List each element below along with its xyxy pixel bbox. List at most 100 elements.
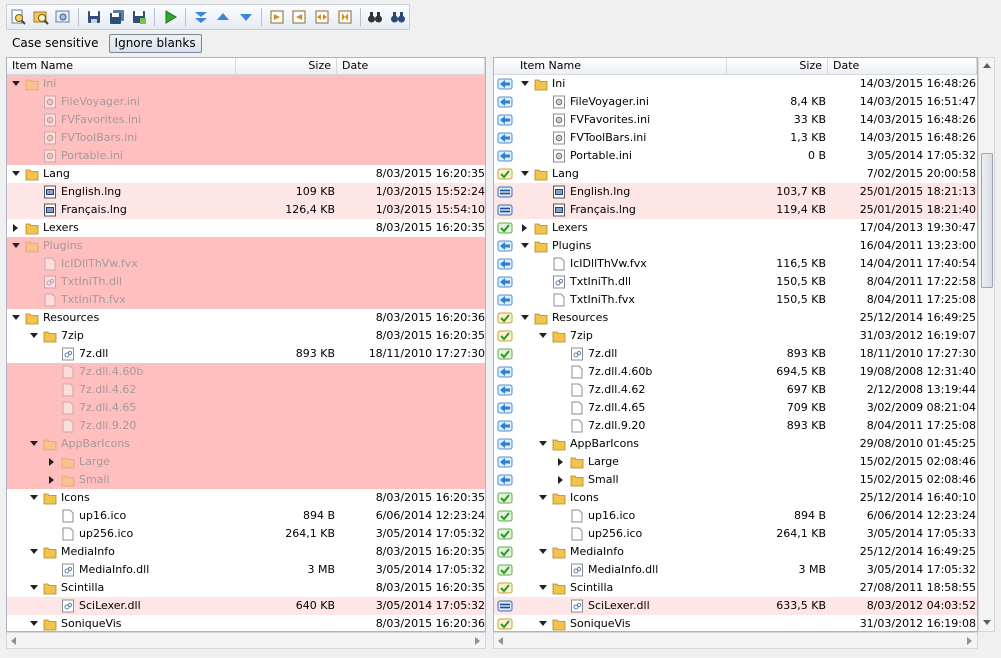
- compare-status-left-icon[interactable]: [497, 382, 513, 398]
- collapse-triangle-icon[interactable]: [520, 241, 530, 251]
- collapse-triangle-icon[interactable]: [538, 619, 548, 629]
- tree-row[interactable]: Portable.ini 0 B 3/05/2014 17:05:32: [494, 147, 977, 165]
- tree-row[interactable]: MediaInfo 25/12/2014 16:49:25: [494, 543, 977, 561]
- tree-row[interactable]: TxtIniTh.dll: [7, 273, 485, 291]
- compare-status-ok-icon[interactable]: [497, 490, 513, 506]
- tree-row[interactable]: TxtIniTh.dll 150,5 KB 8/04/2011 17:22:58: [494, 273, 977, 291]
- tree-row[interactable]: 7z.dll.4.65 709 KB 3/02/2009 08:21:04: [494, 399, 977, 417]
- compare-status-left-icon[interactable]: [497, 274, 513, 290]
- tree-row[interactable]: Large 15/02/2015 02:08:46: [494, 453, 977, 471]
- swap-icon[interactable]: [311, 6, 333, 28]
- tree-row[interactable]: Lexers 17/04/2013 19:30:47: [494, 219, 977, 237]
- right-horizontal-scrollbar[interactable]: [493, 632, 978, 649]
- prev-diff-icon[interactable]: [212, 6, 234, 28]
- tree-row[interactable]: Small 15/02/2015 02:08:46: [494, 471, 977, 489]
- find-binoculars-icon[interactable]: [365, 6, 387, 28]
- collapse-triangle-icon[interactable]: [538, 583, 548, 593]
- tree-row[interactable]: 7z.dll.4.65: [7, 399, 485, 417]
- expand-triangle-icon[interactable]: [520, 223, 530, 233]
- collapse-triangle-icon[interactable]: [538, 439, 548, 449]
- expand-triangle-icon[interactable]: [11, 223, 21, 233]
- copy-right-icon[interactable]: [266, 6, 288, 28]
- compare-status-mixed-icon[interactable]: [497, 310, 513, 326]
- column-date[interactable]: Date: [828, 58, 977, 75]
- tree-row[interactable]: IcIDllThVw.fvx: [7, 255, 485, 273]
- compare-status-diff-icon[interactable]: [497, 598, 513, 614]
- search-file-icon[interactable]: [7, 6, 29, 28]
- column-item-name[interactable]: Item Name: [494, 58, 727, 75]
- tree-row[interactable]: SciLexer.dll 640 KB 3/05/2014 17:05:32: [7, 597, 485, 615]
- tree-row[interactable]: Portable.ini: [7, 147, 485, 165]
- tree-row[interactable]: 7z.dll.4.62: [7, 381, 485, 399]
- vertical-scroll-thumb[interactable]: [981, 153, 993, 288]
- save-all-icon[interactable]: [106, 6, 128, 28]
- compare-status-left-icon[interactable]: [497, 400, 513, 416]
- tree-row[interactable]: up16.ico 894 B 6/06/2014 12:23:24: [494, 507, 977, 525]
- compare-status-diff-icon[interactable]: [497, 202, 513, 218]
- save-icon[interactable]: [83, 6, 105, 28]
- tree-row[interactable]: 7z.dll.4.60b: [7, 363, 485, 381]
- compare-status-left-icon[interactable]: [497, 94, 513, 110]
- expand-triangle-icon[interactable]: [556, 457, 566, 467]
- collapse-triangle-icon[interactable]: [520, 313, 530, 323]
- tree-row[interactable]: FileVoyager.ini 8,4 KB 14/03/2015 16:51:47: [494, 93, 977, 111]
- compare-status-diff-icon[interactable]: [497, 184, 513, 200]
- collapse-triangle-icon[interactable]: [11, 313, 21, 323]
- tree-row[interactable]: Resources 8/03/2015 16:20:36: [7, 309, 485, 327]
- compare-status-left-icon[interactable]: [497, 472, 513, 488]
- tree-row[interactable]: Lang 8/03/2015 16:20:35: [7, 165, 485, 183]
- compare-status-left-icon[interactable]: [497, 454, 513, 470]
- collapse-triangle-icon[interactable]: [538, 493, 548, 503]
- tree-row[interactable]: 7z.dll 893 KB 18/11/2010 17:27:30: [7, 345, 485, 363]
- tree-row[interactable]: Français.lng 126,4 KB 1/03/2015 15:54:10: [7, 201, 485, 219]
- tree-row[interactable]: Resources 25/12/2014 16:49:25: [494, 309, 977, 327]
- tree-row[interactable]: AppBarIcons 29/08/2010 01:45:25: [494, 435, 977, 453]
- tree-row[interactable]: Ini: [7, 75, 485, 93]
- compare-status-ok-icon[interactable]: [497, 544, 513, 560]
- collapse-triangle-icon[interactable]: [29, 493, 39, 503]
- collapse-triangle-icon[interactable]: [538, 331, 548, 341]
- tree-row[interactable]: MediaInfo 8/03/2015 16:20:35: [7, 543, 485, 561]
- tree-row[interactable]: 7zip 8/03/2015 16:20:35: [7, 327, 485, 345]
- collapse-triangle-icon[interactable]: [520, 169, 530, 179]
- tree-row[interactable]: SoniqueVis 31/03/2012 16:19:08: [494, 615, 977, 631]
- tree-row[interactable]: English.lng 109 KB 1/03/2015 15:52:24: [7, 183, 485, 201]
- compare-status-left-icon[interactable]: [497, 436, 513, 452]
- compare-status-mixed-icon[interactable]: [497, 166, 513, 182]
- tree-row[interactable]: Scintilla 8/03/2015 16:20:35: [7, 579, 485, 597]
- compare-status-ok-icon[interactable]: [497, 562, 513, 578]
- expand-triangle-icon[interactable]: [556, 475, 566, 485]
- tree-row[interactable]: TxtIniTh.fvx 150,5 KB 8/04/2011 17:25:08: [494, 291, 977, 309]
- case-sensitive-toggle[interactable]: Case sensitive: [6, 34, 105, 53]
- column-item-name[interactable]: Item Name: [7, 58, 236, 75]
- scroll-up-icon[interactable]: [983, 63, 991, 68]
- tree-row[interactable]: Lang 7/02/2015 20:00:58: [494, 165, 977, 183]
- tree-row[interactable]: 7z.dll.9.20: [7, 417, 485, 435]
- tree-row[interactable]: 7z.dll 893 KB 18/11/2010 17:27:30: [494, 345, 977, 363]
- compare-status-mixed-icon[interactable]: [497, 580, 513, 596]
- tree-row[interactable]: Plugins: [7, 237, 485, 255]
- collapse-triangle-icon[interactable]: [29, 331, 39, 341]
- tree-row[interactable]: FVFavorites.ini: [7, 111, 485, 129]
- vertical-scrollbar[interactable]: [978, 57, 995, 632]
- search-folder-icon[interactable]: [30, 6, 52, 28]
- compare-status-ok-icon[interactable]: [497, 526, 513, 542]
- run-icon[interactable]: [159, 6, 181, 28]
- tree-row[interactable]: FileVoyager.ini: [7, 93, 485, 111]
- tree-row[interactable]: Icons 8/03/2015 16:20:35: [7, 489, 485, 507]
- scroll-down-icon[interactable]: [983, 620, 991, 625]
- left-horizontal-scrollbar[interactable]: [6, 632, 486, 649]
- collapse-triangle-icon[interactable]: [11, 241, 21, 251]
- collapse-triangle-icon[interactable]: [29, 547, 39, 557]
- tree-row[interactable]: 7z.dll.4.60b 694,5 KB 19/08/2008 12:31:40: [494, 363, 977, 381]
- tree-row[interactable]: AppBarIcons: [7, 435, 485, 453]
- tree-row[interactable]: 7z.dll.9.20 893 KB 8/04/2011 17:25:08: [494, 417, 977, 435]
- tree-row[interactable]: Large: [7, 453, 485, 471]
- merge-icon[interactable]: [334, 6, 356, 28]
- collapse-triangle-icon[interactable]: [29, 439, 39, 449]
- column-date[interactable]: Date: [337, 58, 485, 75]
- compare-status-left-icon[interactable]: [497, 130, 513, 146]
- collapse-triangle-icon[interactable]: [520, 79, 530, 89]
- tree-row[interactable]: Scintilla 27/08/2011 18:58:55: [494, 579, 977, 597]
- scroll-left-icon[interactable]: [498, 637, 503, 645]
